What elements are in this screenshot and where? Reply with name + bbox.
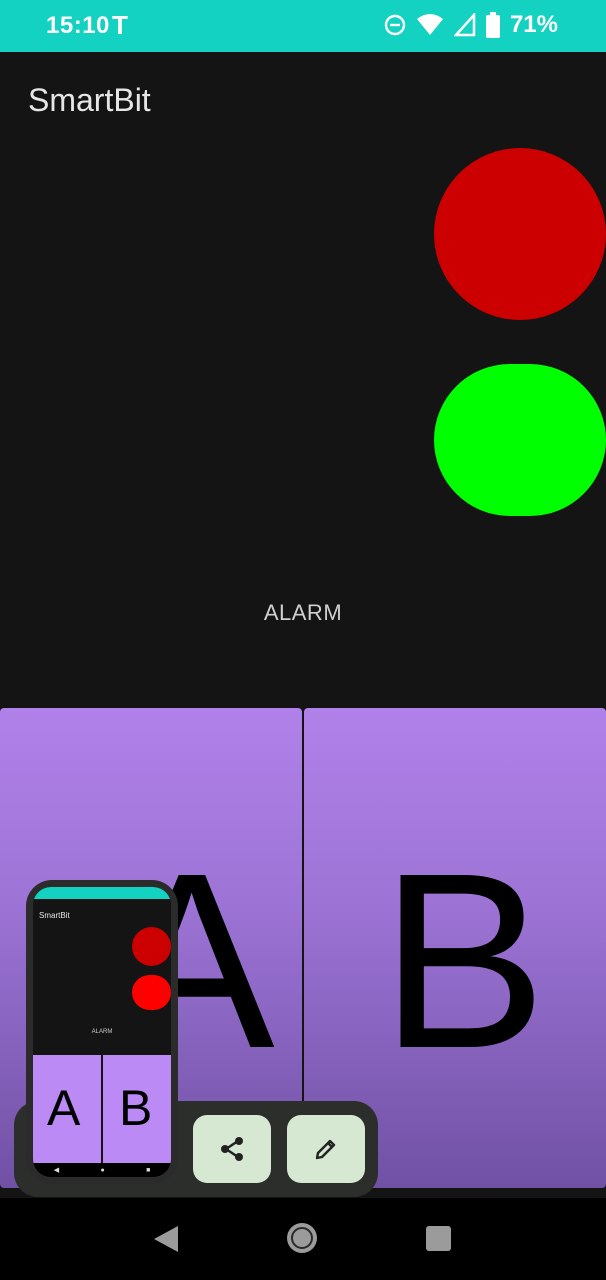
preview-nav-bar: ◀ ● ■ [33,1163,171,1177]
back-icon[interactable] [152,1224,180,1254]
notification-icon: T [112,10,128,40]
app-title: SmartBit [28,82,151,118]
battery-icon [485,12,500,38]
screenshot-preview[interactable]: SmartBit ALARM A B ◀ ● ■ [26,880,178,1184]
preview-alarm-label: ALARM [91,1029,113,1035]
do-not-disturb-icon [384,14,406,36]
preview-indicator-top [132,927,171,966]
recents-button[interactable] [426,1226,451,1251]
preview-button-a: A [33,1055,101,1163]
share-icon [221,1137,243,1161]
preview-button-b-label: B [119,1080,153,1136]
preview-home-icon: ● [100,1166,105,1174]
home-button[interactable] [287,1223,317,1253]
screenshot-preview-screen: SmartBit ALARM A B ◀ ● ■ [33,887,171,1177]
preview-status-bar [33,887,171,899]
cell-signal-icon [453,13,476,37]
preview-back-icon: ◀ [53,1167,60,1174]
status-indicator-red [434,148,606,320]
battery-percent: 71% [509,11,558,38]
status-time: 15:10 [46,12,110,39]
share-button[interactable] [193,1115,271,1183]
alarm-label: ALARM [263,600,343,625]
preview-app-title: SmartBit [39,911,70,920]
button-b-label: B [380,821,547,1100]
preview-indicator-bottom [132,975,171,1010]
wifi-icon [416,14,443,35]
home-icon [291,1227,313,1249]
status-indicator-green [434,364,606,516]
edit-button[interactable] [287,1115,365,1183]
preview-recents-icon: ■ [146,1166,151,1174]
edit-icon [315,1139,336,1160]
preview-button-b: B [103,1055,171,1163]
preview-button-a-label: A [47,1080,81,1136]
status-bar: 15:10 T 71% [0,0,606,52]
